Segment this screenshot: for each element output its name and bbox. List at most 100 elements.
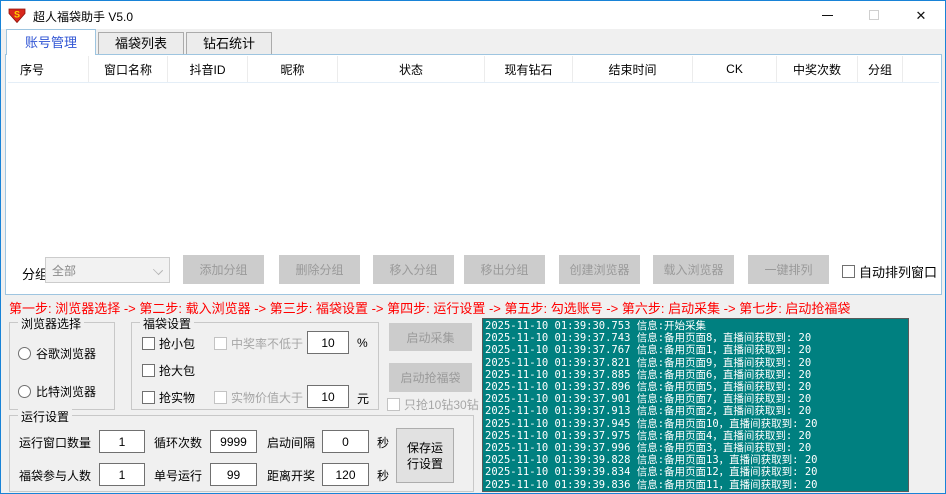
log-line: 2025-11-10 01:39:39.828 信息:备用页面13，直播间获取到… (485, 454, 906, 466)
luckybag-settings-title: 福袋设置 (140, 315, 194, 332)
add-group-button[interactable]: 添加分组 (183, 255, 264, 284)
grab-physical-label: 抢实物 (159, 389, 195, 406)
app-logo-icon: S (8, 6, 26, 24)
close-button[interactable]: ✕ (898, 1, 944, 29)
move-out-group-button[interactable]: 移出分组 (464, 255, 545, 284)
participants-label: 福袋参与人数 (19, 467, 91, 484)
log-line: 2025-11-10 01:39:37.885 信息:备用页面6，直播间获取到:… (485, 369, 906, 381)
minimize-button[interactable] (804, 1, 850, 29)
item-value-checkbox[interactable]: 实物价值大于 (214, 389, 303, 406)
start-interval-unit: 秒 (377, 434, 389, 451)
grab-physical-checkbox[interactable]: 抢实物 (142, 389, 195, 406)
log-line: 2025-11-10 01:39:37.945 信息:备用页面10，直播间获取到… (485, 418, 906, 430)
column-header-douyin-id[interactable]: 抖音ID (168, 56, 248, 82)
delete-group-button[interactable]: 删除分组 (279, 255, 360, 284)
radio-chrome-browser[interactable]: 谷歌浏览器 (18, 345, 96, 362)
run-window-count-label: 运行窗口数量 (19, 434, 91, 451)
log-line: 2025-11-10 01:39:37.896 信息:备用页面5，直播间获取到:… (485, 381, 906, 393)
tab-diamond-stats[interactable]: 钻石统计 (186, 32, 272, 54)
win-rate-checkbox[interactable]: 中奖率不低于 (214, 335, 303, 352)
distance-draw-input[interactable] (322, 463, 369, 486)
item-value-unit: 元 (357, 390, 369, 407)
move-into-group-button[interactable]: 移入分组 (373, 255, 454, 284)
group-bar: 分组 全部 添加分组 删除分组 移入分组 移出分组 创建浏览器 载入浏览器 一键… (6, 251, 941, 294)
log-line: 2025-11-10 01:39:37.743 信息:备用页面8，直播间获取到:… (485, 332, 906, 344)
auto-arrange-label: 自动排列窗口 (859, 262, 937, 281)
win-rate-unit: % (357, 336, 368, 350)
loop-count-input[interactable] (210, 430, 257, 453)
load-browser-button[interactable]: 载入浏览器 (653, 255, 734, 284)
item-value-input[interactable] (307, 385, 349, 408)
single-run-label: 单号运行 (154, 467, 202, 484)
log-console[interactable]: 2025-11-10 01:39:30.753 信息:开始采集 2025-11-… (482, 318, 909, 492)
radio-chrome-label: 谷歌浏览器 (36, 345, 96, 362)
svg-text:S: S (14, 10, 20, 20)
grab-big-checkbox[interactable]: 抢大包 (142, 362, 195, 379)
log-line: 2025-11-10 01:39:37.821 信息:备用页面9，直播间获取到:… (485, 357, 906, 369)
start-interval-label: 启动间隔 (267, 434, 315, 451)
browser-select-title: 浏览器选择 (18, 315, 84, 332)
only-10-30-label: 只抢10钻30钻 (404, 396, 479, 413)
distance-draw-label: 距离开奖 (267, 467, 315, 484)
column-header-filler (903, 56, 939, 82)
luckybag-settings-groupbox: 福袋设置 抢小包 抢大包 抢实物 中奖率不低于 % 实物价值大于 元 (131, 322, 379, 410)
tab-luckybag-list[interactable]: 福袋列表 (98, 32, 184, 54)
log-line: 2025-11-10 01:39:37.996 信息:备用页面3，直播间获取到:… (485, 442, 906, 454)
grab-small-label: 抢小包 (159, 335, 195, 352)
table-header: 序号 窗口名称 抖音ID 昵称 状态 现有钻石 结束时间 CK 中奖次数 分组 (8, 56, 939, 83)
checkbox-box-icon (142, 337, 155, 350)
browser-select-groupbox: 浏览器选择 谷歌浏览器 比特浏览器 (9, 322, 115, 410)
chevron-down-icon (153, 265, 163, 275)
log-line: 2025-11-10 01:39:37.913 信息:备用页面2，直播间获取到:… (485, 405, 906, 417)
tab-page-accounts: 序号 窗口名称 抖音ID 昵称 状态 现有钻石 结束时间 CK 中奖次数 分组 … (5, 54, 942, 295)
log-line: 2025-11-10 01:39:37.767 信息:备用页面1，直播间获取到:… (485, 344, 906, 356)
checkbox-box-icon (387, 398, 400, 411)
minimize-icon (822, 15, 833, 16)
run-settings-title: 运行设置 (18, 408, 72, 425)
column-header-window-name[interactable]: 窗口名称 (89, 56, 168, 82)
create-browser-button[interactable]: 创建浏览器 (559, 255, 640, 284)
group-dropdown[interactable]: 全部 (45, 257, 170, 283)
column-header-win-count[interactable]: 中奖次数 (777, 56, 858, 82)
maximize-icon (869, 10, 879, 20)
checkbox-box-icon (142, 364, 155, 377)
radio-circle-icon (18, 347, 31, 360)
checkbox-box-icon (214, 337, 227, 350)
start-grab-button[interactable]: 启动抢福袋 (389, 363, 472, 392)
column-header-index[interactable]: 序号 (8, 56, 89, 82)
radio-bit-browser[interactable]: 比特浏览器 (18, 383, 96, 400)
participants-input[interactable] (99, 463, 145, 486)
save-run-settings-button[interactable]: 保存运行设置 (396, 428, 454, 483)
window-title: 超人福袋助手 V5.0 (33, 8, 133, 25)
table-body[interactable] (8, 83, 939, 250)
log-line: 2025-11-10 01:39:39.836 信息:备用页面11，直播间获取到… (485, 479, 906, 491)
start-collect-button[interactable]: 启动采集 (389, 323, 472, 351)
checkbox-box-icon (142, 391, 155, 404)
close-icon: ✕ (916, 9, 927, 22)
item-value-label: 实物价值大于 (231, 389, 303, 406)
log-line: 2025-11-10 01:39:37.975 信息:备用页面4，直播间获取到:… (485, 430, 906, 442)
column-header-group[interactable]: 分组 (858, 56, 903, 82)
column-header-ck[interactable]: CK (693, 56, 777, 82)
title-bar: S 超人福袋助手 V5.0 ✕ (1, 1, 945, 29)
run-window-count-input[interactable] (99, 430, 145, 453)
column-header-nickname[interactable]: 昵称 (248, 56, 338, 82)
single-run-input[interactable] (210, 463, 257, 486)
one-key-arrange-button[interactable]: 一键排列 (748, 255, 829, 284)
start-interval-input[interactable] (322, 430, 369, 453)
win-rate-label: 中奖率不低于 (231, 335, 303, 352)
checkbox-box-icon (214, 391, 227, 404)
app-window: S 超人福袋助手 V5.0 ✕ 账号管理 福袋列表 钻石统计 序号 窗口名称 抖… (0, 0, 946, 494)
auto-arrange-checkbox[interactable]: 自动排列窗口 (842, 262, 937, 281)
distance-draw-unit: 秒 (377, 467, 389, 484)
win-rate-input[interactable] (307, 331, 349, 354)
tab-account-management[interactable]: 账号管理 (6, 29, 96, 55)
checkbox-box-icon (842, 265, 855, 278)
log-line: 2025-11-10 01:39:30.753 信息:开始采集 (485, 320, 906, 332)
column-header-end-time[interactable]: 结束时间 (573, 56, 693, 82)
loop-count-label: 循环次数 (154, 434, 202, 451)
grab-small-checkbox[interactable]: 抢小包 (142, 335, 195, 352)
only-10-30-checkbox[interactable]: 只抢10钻30钻 (387, 396, 479, 413)
column-header-status[interactable]: 状态 (338, 56, 485, 82)
column-header-diamonds[interactable]: 现有钻石 (485, 56, 573, 82)
